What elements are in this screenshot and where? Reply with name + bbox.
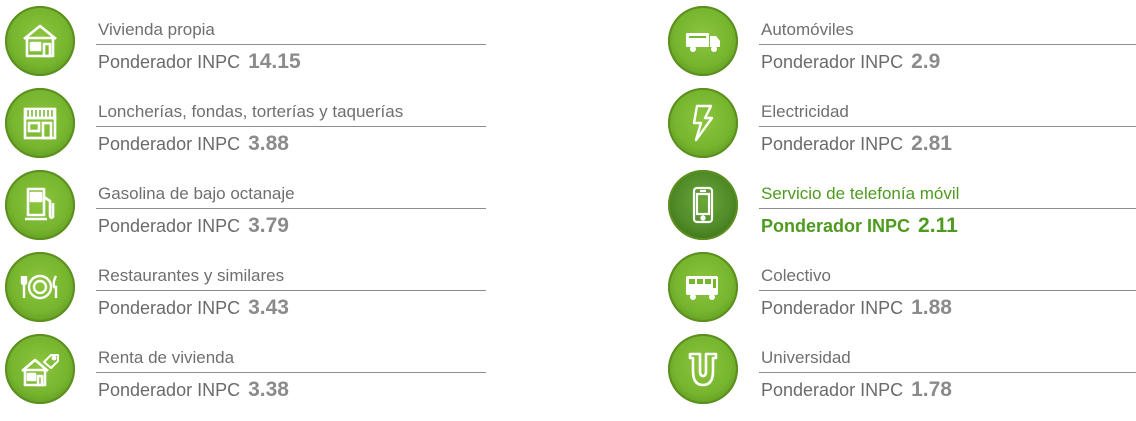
university-icon <box>668 334 738 404</box>
weight-value: 3.38 <box>248 378 289 401</box>
weight-prefix: Ponderador INPC <box>761 134 904 154</box>
weight-line: Ponderador INPC 3.38 <box>98 378 289 402</box>
weight-prefix: Ponderador INPC <box>761 380 904 400</box>
weight-prefix: Ponderador INPC <box>98 298 241 318</box>
weight-prefix: Ponderador INPC <box>761 216 911 236</box>
divider <box>96 290 486 291</box>
gas-pump-icon <box>5 170 75 240</box>
weight-line: Ponderador INPC 2.11 <box>761 214 958 238</box>
weight-line: Ponderador INPC 3.88 <box>98 132 289 156</box>
list-item-restaurantes[interactable]: Restaurantes y similares Ponderador INPC… <box>0 246 486 328</box>
item-label: Universidad <box>761 348 851 367</box>
divider <box>759 126 1136 127</box>
divider <box>759 372 1136 373</box>
house-for-rent-icon <box>5 334 75 404</box>
weight-value: 14.15 <box>248 50 301 73</box>
item-label: Loncherías, fondas, torterías y taquería… <box>98 102 404 121</box>
list-item-vivienda-propia[interactable]: Vivienda propia Ponderador INPC 14.15 <box>0 0 486 82</box>
bus-icon <box>668 252 738 322</box>
weight-line: Ponderador INPC 2.81 <box>761 132 952 156</box>
weight-line: Ponderador INPC 3.79 <box>98 214 289 238</box>
item-label: Servicio de telefonía móvil <box>761 184 960 203</box>
item-label: Renta de vivienda <box>98 348 235 367</box>
weight-line: Ponderador INPC 3.43 <box>98 296 289 320</box>
weight-value: 1.88 <box>911 296 952 319</box>
item-label: Restaurantes y similares <box>98 266 285 285</box>
weight-value: 1.78 <box>911 378 952 401</box>
mobile-phone-icon <box>668 170 738 240</box>
divider <box>96 44 486 45</box>
weight-value: 3.79 <box>248 214 289 237</box>
storefront-icon <box>5 88 75 158</box>
divider <box>96 208 486 209</box>
list-item-telefonia-movil[interactable]: Servicio de telefonía móvil Ponderador I… <box>663 164 1136 246</box>
weight-line: Ponderador INPC 14.15 <box>98 50 301 74</box>
divider <box>759 290 1136 291</box>
weight-prefix: Ponderador INPC <box>761 52 904 72</box>
divider <box>759 208 1136 209</box>
list-item-electricidad[interactable]: Electricidad Ponderador INPC 2.81 <box>663 82 1136 164</box>
house-icon <box>5 6 75 76</box>
weight-line: Ponderador INPC 1.78 <box>761 378 952 402</box>
item-label: Vivienda propia <box>98 20 215 39</box>
divider <box>96 126 486 127</box>
list-item-universidad[interactable]: Universidad Ponderador INPC 1.78 <box>663 328 1136 410</box>
divider <box>759 44 1136 45</box>
list-item-renta-vivienda[interactable]: Renta de vivienda Ponderador INPC 3.38 <box>0 328 486 410</box>
weight-prefix: Ponderador INPC <box>761 298 904 318</box>
list-item-loncherias[interactable]: Loncherías, fondas, torterías y taquería… <box>0 82 486 164</box>
weight-value: 2.9 <box>911 50 941 73</box>
list-item-colectivo[interactable]: Colectivo Ponderador INPC 1.88 <box>663 246 1136 328</box>
weight-value: 2.81 <box>911 132 952 155</box>
weight-prefix: Ponderador INPC <box>98 380 241 400</box>
weight-value: 3.88 <box>248 132 289 155</box>
weight-prefix: Ponderador INPC <box>98 134 241 154</box>
divider <box>96 372 486 373</box>
weight-value: 2.11 <box>918 214 958 237</box>
truck-icon <box>668 6 738 76</box>
lightning-icon <box>668 88 738 158</box>
item-label: Gasolina de bajo octanaje <box>98 184 295 203</box>
item-label: Colectivo <box>761 266 831 285</box>
weight-prefix: Ponderador INPC <box>98 216 241 236</box>
item-label: Electricidad <box>761 102 849 121</box>
weight-line: Ponderador INPC 2.9 <box>761 50 940 74</box>
plate-fork-knife-icon <box>5 252 75 322</box>
weight-line: Ponderador INPC 1.88 <box>761 296 952 320</box>
list-item-gasolina[interactable]: Gasolina de bajo octanaje Ponderador INP… <box>0 164 486 246</box>
weight-prefix: Ponderador INPC <box>98 52 241 72</box>
weight-value: 3.43 <box>248 296 289 319</box>
list-item-automoviles[interactable]: Automóviles Ponderador INPC 2.9 <box>663 0 1136 82</box>
item-label: Automóviles <box>761 20 854 39</box>
